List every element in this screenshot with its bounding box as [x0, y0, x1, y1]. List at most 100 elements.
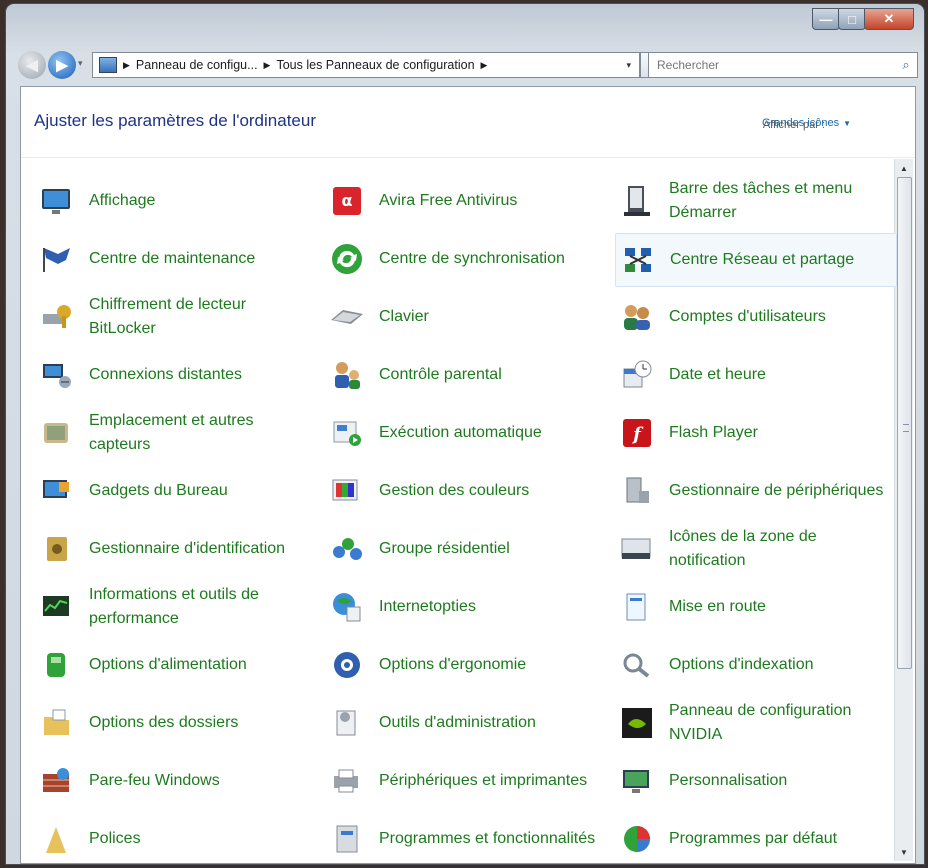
control-panel-item[interactable]: Gadgets du Bureau	[35, 465, 315, 517]
control-panel-item[interactable]: Emplacement et autres capteurs	[35, 407, 315, 459]
control-panel-item[interactable]: Programmes par défaut	[615, 813, 895, 864]
control-panel-item[interactable]: Informations et outils de performance	[35, 581, 315, 633]
control-panel-item-label[interactable]: Exécution automatique	[379, 421, 542, 445]
control-panel-item[interactable]: Périphériques et imprimantes	[325, 755, 605, 807]
view-by-dropdown[interactable]: Grandes icônes ▼	[762, 117, 851, 129]
control-panel-item[interactable]: Options d'indexation	[615, 639, 895, 691]
control-panel-item[interactable]: Outils d'administration	[325, 697, 605, 749]
control-panel-item[interactable]: Centre de synchronisation	[325, 233, 605, 285]
control-panel-item-label[interactable]: Barre des tâches et menu Démarrer	[669, 177, 895, 225]
control-panel-item[interactable]: Gestionnaire de périphériques	[615, 465, 895, 517]
control-panel-item[interactable]: Contrôle parental	[325, 349, 605, 401]
control-panel-item[interactable]: Connexions distantes	[35, 349, 315, 401]
control-panel-item-label[interactable]: Icônes de la zone de notification	[669, 525, 895, 573]
close-button[interactable]: ✕	[864, 8, 914, 30]
control-panel-item-label[interactable]: Date et heure	[669, 363, 766, 387]
control-panel-item-label[interactable]: Options d'alimentation	[89, 653, 247, 677]
control-panel-item-label[interactable]: Pare-feu Windows	[89, 769, 220, 793]
control-panel-item[interactable]: f Flash Player	[615, 407, 895, 459]
scroll-down-button[interactable]: ▼	[895, 843, 913, 861]
address-dropdown-icon[interactable]: ▾	[626, 60, 631, 71]
control-panel-item-label[interactable]: Gestionnaire de périphériques	[669, 479, 883, 503]
control-panel-item-label[interactable]: Centre de maintenance	[89, 247, 255, 271]
scroll-up-button[interactable]: ▲	[895, 159, 913, 177]
control-panel-item-label[interactable]: Options d'indexation	[669, 653, 813, 677]
search-input[interactable]	[649, 57, 895, 73]
control-panel-item[interactable]: Date et heure	[615, 349, 895, 401]
recent-pages-dropdown[interactable]: ▾	[78, 58, 83, 69]
control-panel-item-label[interactable]: Gadgets du Bureau	[89, 479, 228, 503]
control-panel-item[interactable]: Options d'ergonomie	[325, 639, 605, 691]
control-panel-item-label[interactable]: Polices	[89, 827, 141, 851]
control-panel-item-label[interactable]: Centre Réseau et partage	[670, 248, 854, 272]
taskbar-icon	[619, 183, 655, 219]
breadcrumb-separator[interactable]: ▶	[264, 60, 271, 71]
search-box[interactable]: ⌕	[648, 52, 918, 78]
control-panel-item[interactable]: Icônes de la zone de notification	[615, 523, 895, 575]
control-panel-item-label[interactable]: Gestionnaire d'identification	[89, 537, 285, 561]
control-panel-item-label[interactable]: Panneau de configuration NVIDIA	[669, 699, 895, 747]
control-panel-item-label[interactable]: Emplacement et autres capteurs	[89, 409, 315, 457]
control-panel-item-label[interactable]: Affichage	[89, 189, 155, 213]
view-by-value[interactable]: Grandes icônes	[762, 117, 839, 129]
control-panel-item-label[interactable]: Mise en route	[669, 595, 766, 619]
control-panel-item[interactable]: Centre de maintenance	[35, 233, 315, 285]
control-panel-item-label[interactable]: Gestion des couleurs	[379, 479, 529, 503]
forward-button[interactable]: ▶	[48, 51, 76, 79]
control-panel-item-label[interactable]: Outils d'administration	[379, 711, 536, 735]
back-button[interactable]: ◀	[18, 51, 46, 79]
control-panel-item-label[interactable]: Groupe résidentiel	[379, 537, 510, 561]
control-panel-item[interactable]: α Avira Free Antivirus	[325, 175, 605, 227]
control-panel-item[interactable]: Programmes et fonctionnalités	[325, 813, 605, 864]
control-panel-item-label[interactable]: Comptes d'utilisateurs	[669, 305, 826, 329]
control-panel-item[interactable]: Internetopties	[325, 581, 605, 633]
control-panel-item[interactable]: Pare-feu Windows	[35, 755, 315, 807]
control-panel-item-label[interactable]: Programmes par défaut	[669, 827, 837, 851]
control-panel-item-label[interactable]: Clavier	[379, 305, 429, 329]
minimize-button[interactable]: —	[812, 8, 840, 30]
control-panel-item[interactable]: Barre des tâches et menu Démarrer	[615, 175, 895, 227]
control-panel-item-label[interactable]: Options des dossiers	[89, 711, 238, 735]
control-panel-item[interactable]: Options des dossiers	[35, 697, 315, 749]
control-panel-item[interactable]: Affichage	[35, 175, 315, 227]
control-panel-item-label[interactable]: Chiffrement de lecteur BitLocker	[89, 293, 315, 341]
control-panel-item[interactable]: Options d'alimentation	[35, 639, 315, 691]
control-panel-item[interactable]: Exécution automatique	[325, 407, 605, 459]
clock-icon	[619, 357, 655, 393]
control-panel-item[interactable]: Groupe résidentiel	[325, 523, 605, 575]
control-panel-item-label[interactable]: Personnalisation	[669, 769, 787, 793]
control-panel-item-label[interactable]: Informations et outils de performance	[89, 583, 315, 631]
scrollbar-thumb[interactable]	[897, 177, 912, 669]
control-panel-item[interactable]: Gestion des couleurs	[325, 465, 605, 517]
control-panel-item-label[interactable]: Périphériques et imprimantes	[379, 769, 587, 793]
control-panel-item-label[interactable]: Programmes et fonctionnalités	[379, 827, 595, 851]
address-bar[interactable]: ▶ Panneau de configu... ▶ Tous les Panne…	[92, 52, 640, 78]
control-panel-item-label[interactable]: Contrôle parental	[379, 363, 502, 387]
page-title: Ajuster les paramètres de l'ordinateur	[34, 111, 316, 130]
control-panel-item[interactable]: Clavier	[325, 291, 605, 343]
breadcrumb-tous-les-panneaux[interactable]: Tous les Panneaux de configuration	[276, 58, 474, 72]
control-panel-item[interactable]: Chiffrement de lecteur BitLocker	[35, 291, 315, 343]
performance-icon	[39, 589, 75, 625]
search-icon[interactable]: ⌕	[895, 57, 917, 73]
bitlocker-icon	[39, 299, 75, 335]
control-panel-item-label[interactable]: Connexions distantes	[89, 363, 242, 387]
control-panel-item[interactable]: Panneau de configuration NVIDIA	[615, 697, 895, 749]
control-panel-item[interactable]: Personnalisation	[615, 755, 895, 807]
control-panel-item-label[interactable]: Flash Player	[669, 421, 758, 445]
control-panel-item-label[interactable]: Centre de synchronisation	[379, 247, 565, 271]
control-panel-item-label[interactable]: Options d'ergonomie	[379, 653, 526, 677]
title-bar[interactable]: — □ ✕	[6, 4, 924, 46]
control-panel-item-label[interactable]: Avira Free Antivirus	[379, 189, 517, 213]
chevron-down-icon[interactable]: ▼	[843, 119, 851, 128]
control-panel-item[interactable]: Gestionnaire d'identification	[35, 523, 315, 575]
control-panel-item[interactable]: Comptes d'utilisateurs	[615, 291, 895, 343]
control-panel-item[interactable]: Mise en route	[615, 581, 895, 633]
control-panel-item-label[interactable]: Internetopties	[379, 595, 476, 619]
control-panel-item[interactable]: Centre Réseau et partage	[615, 233, 897, 287]
breadcrumb-separator[interactable]: ▶	[123, 60, 130, 71]
maximize-button[interactable]: □	[838, 8, 866, 30]
breadcrumb-separator[interactable]: ▶	[481, 60, 488, 71]
control-panel-item[interactable]: Polices	[35, 813, 315, 864]
breadcrumb-panneau[interactable]: Panneau de configu...	[136, 58, 258, 72]
